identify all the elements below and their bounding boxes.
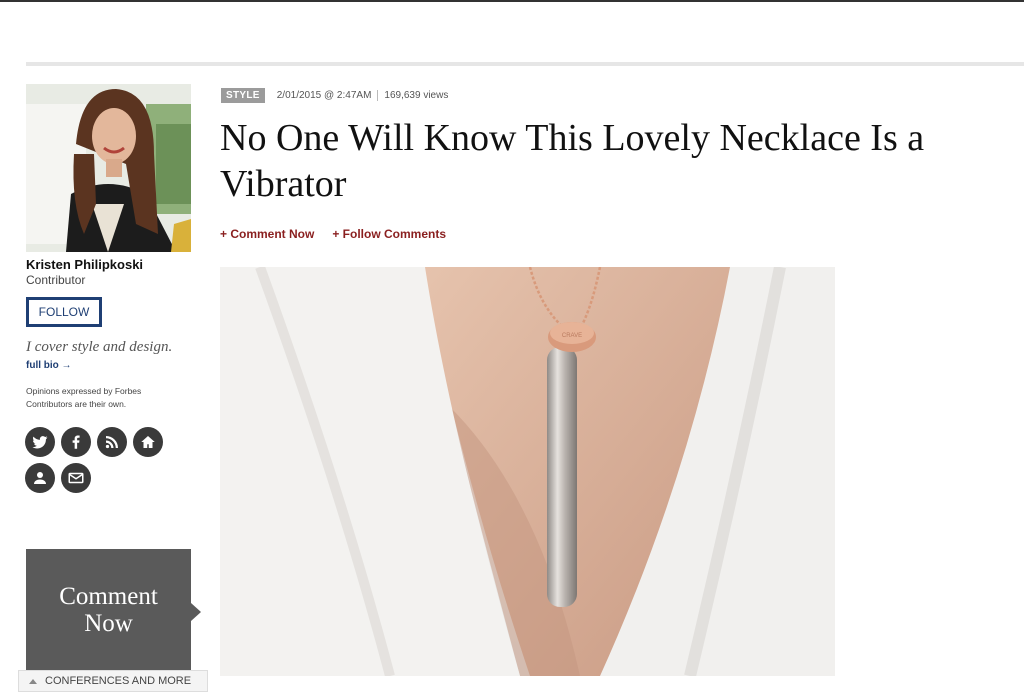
top-border	[0, 0, 1024, 2]
comment-now-link[interactable]: + Comment Now	[220, 227, 314, 241]
conferences-label: CONFERENCES AND MORE	[45, 675, 192, 687]
comment-actions: + Comment Now + Follow Comments	[220, 227, 446, 241]
pendant-engraving: CRAVE	[562, 333, 582, 339]
meta-divider	[377, 90, 379, 101]
author-role: Contributor	[26, 273, 86, 287]
section-tag[interactable]: STYLE	[221, 88, 265, 103]
article-meta: STYLE 2/01/2015 @ 2:47AM 169,639 views	[221, 88, 448, 103]
disclaimer-text: Opinions expressed by Forbes Contributor…	[26, 386, 142, 409]
article-title: No One Will Know This Lovely Necklace Is…	[220, 117, 925, 205]
view-count: 169,639 views	[384, 90, 449, 101]
facebook-icon[interactable]	[61, 427, 91, 457]
author-avatar[interactable]	[26, 84, 191, 252]
follow-button[interactable]: FOLLOW	[26, 297, 102, 327]
author-tagline: I cover style and design.	[26, 339, 173, 355]
comment-box-line1: Comment	[59, 582, 158, 610]
home-icon[interactable]	[133, 427, 163, 457]
header-rule	[26, 62, 1024, 66]
comment-box-line2: Now	[84, 609, 133, 637]
follow-comments-link[interactable]: + Follow Comments	[332, 227, 446, 241]
full-bio-link[interactable]: full bio →	[26, 360, 72, 371]
email-icon[interactable]	[61, 463, 91, 493]
article-photo: CRAVE	[220, 267, 835, 676]
twitter-icon[interactable]	[25, 427, 55, 457]
conferences-bar[interactable]: CONFERENCES AND MORE	[18, 670, 208, 692]
author-name[interactable]: Kristen Philipkoski	[26, 257, 143, 272]
profile-icon[interactable]	[25, 463, 55, 493]
rss-icon[interactable]	[97, 427, 127, 457]
caret-up-icon	[29, 678, 37, 684]
article-date: 2/01/2015 @ 2:47AM	[276, 90, 372, 101]
comment-box-arrow	[191, 603, 201, 621]
comment-now-box[interactable]: Comment Now	[26, 549, 201, 670]
